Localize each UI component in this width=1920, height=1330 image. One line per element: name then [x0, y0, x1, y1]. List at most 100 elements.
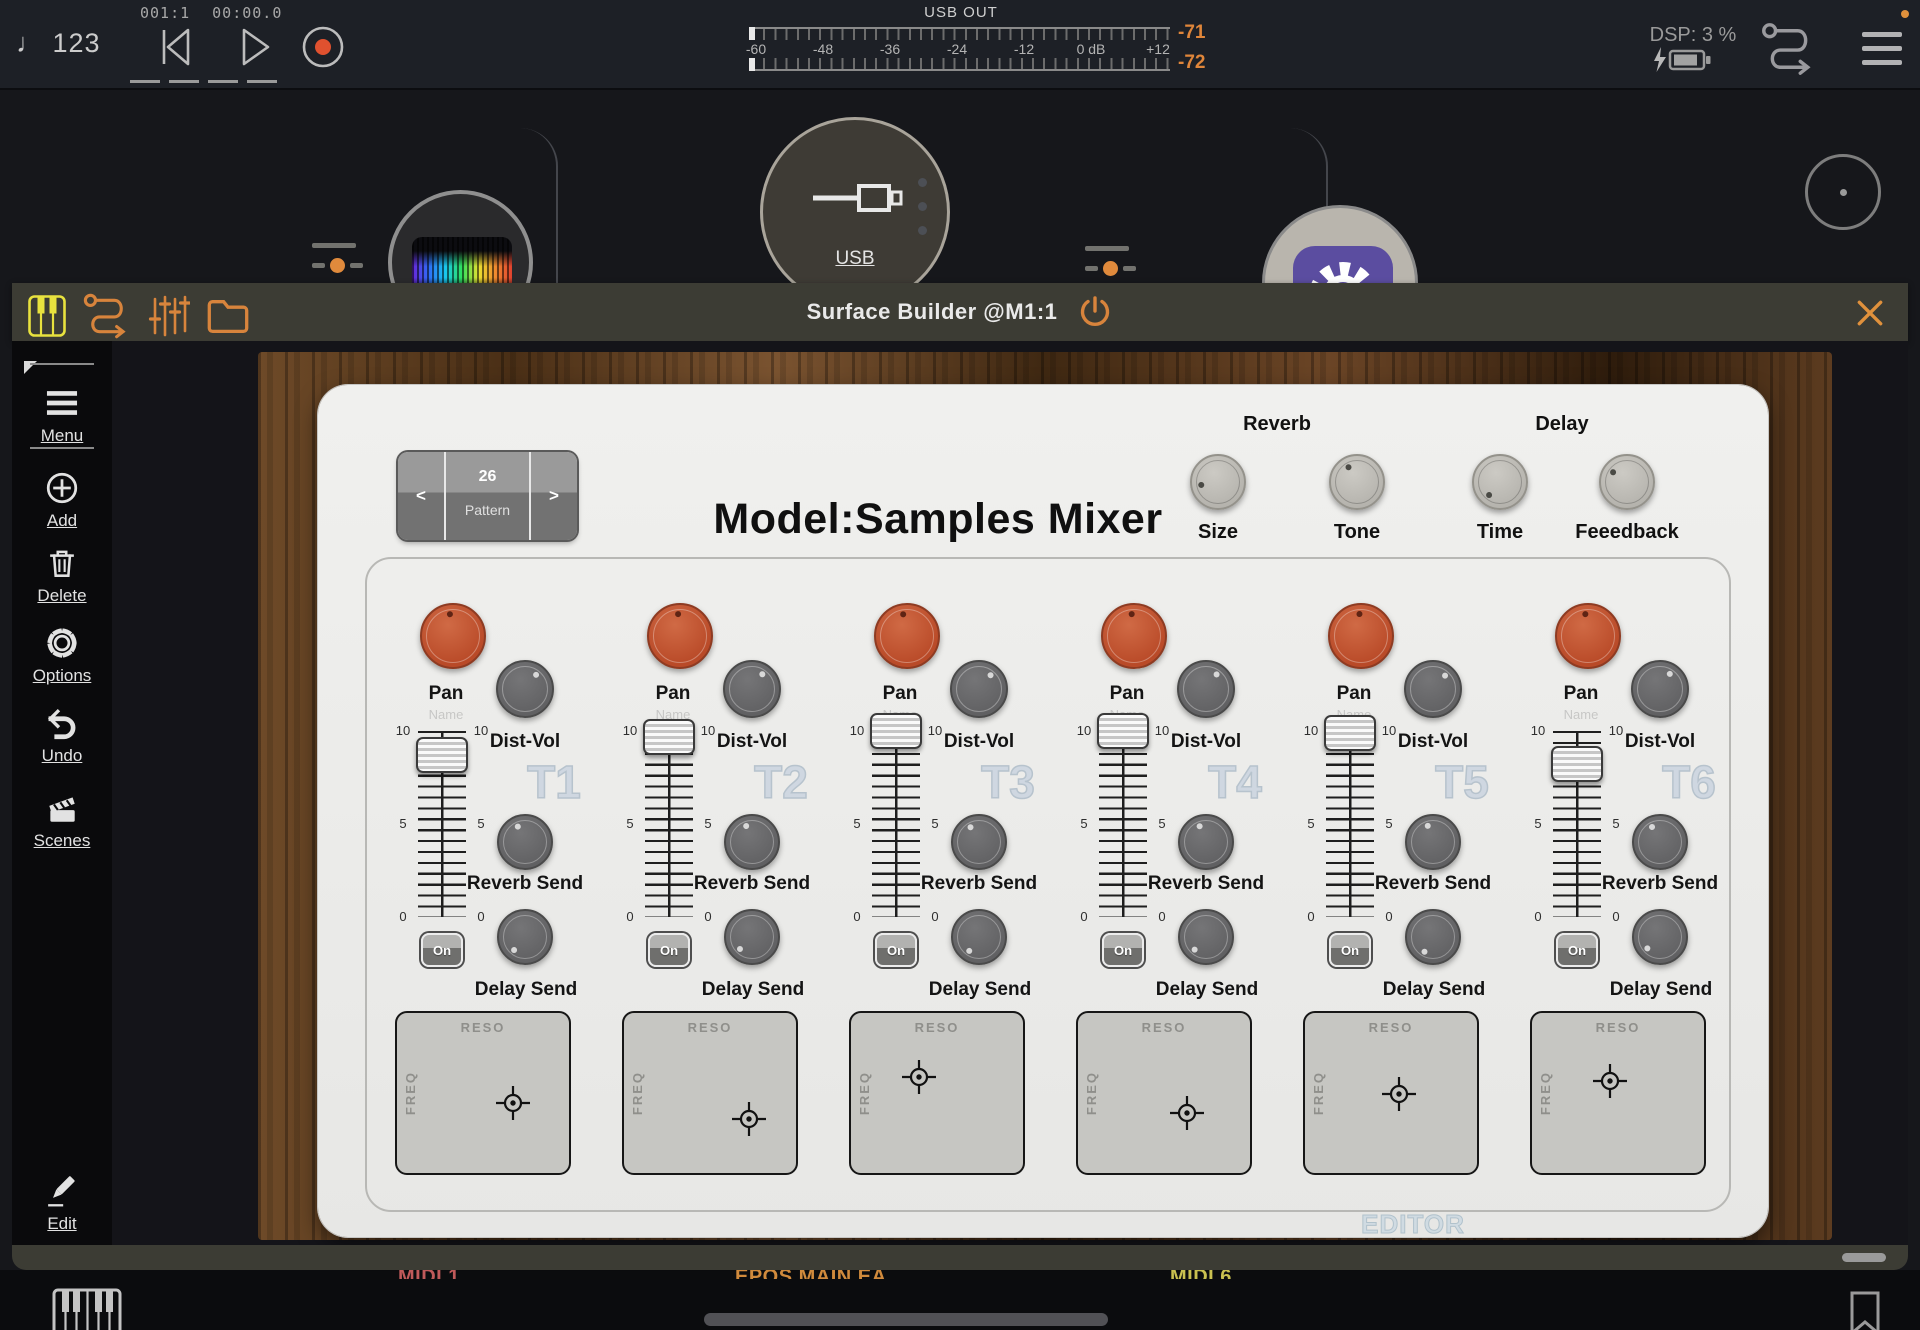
- delay-send-knob[interactable]: [497, 909, 553, 965]
- transport-bar: ♩ 123 001:100:00.0 USB OUT -60-48-36-24-…: [0, 0, 1920, 90]
- xy-crosshair[interactable]: [902, 1060, 936, 1094]
- xy-crosshair[interactable]: [1593, 1064, 1627, 1098]
- delay-send-knob[interactable]: [1178, 909, 1234, 965]
- mixer-panel: < 26 Pattern > Model:Samples Mixer Rever…: [318, 385, 1768, 1237]
- pattern-next-button[interactable]: >: [531, 452, 577, 540]
- fader-scale-label: 5: [1299, 816, 1323, 831]
- sidebar-item-edit[interactable]: Edit: [12, 1173, 112, 1234]
- rewind-button[interactable]: [158, 26, 194, 68]
- dist-vol-knob[interactable]: [1404, 660, 1462, 718]
- fx-feeedback-knob[interactable]: [1599, 454, 1655, 510]
- filter-xy-pad[interactable]: RESO FREQ: [622, 1011, 798, 1175]
- filter-xy-pad[interactable]: RESO FREQ: [1076, 1011, 1252, 1175]
- sidebar-item-delete[interactable]: Delete: [12, 545, 112, 606]
- fader-scale-label: 5: [1604, 816, 1628, 831]
- pattern-prev-button[interactable]: <: [398, 452, 444, 540]
- fader-cap[interactable]: [870, 713, 922, 749]
- footer-scroll-pill[interactable]: [1842, 1253, 1886, 1262]
- filter-xy-pad[interactable]: RESO FREQ: [1530, 1011, 1706, 1175]
- sidebar-item-options[interactable]: Options: [12, 625, 112, 686]
- fader-cap[interactable]: [1551, 746, 1603, 782]
- reverb-send-knob[interactable]: [1178, 814, 1234, 870]
- peak-value-top[interactable]: -71: [1178, 22, 1205, 44]
- fx-tone-knob[interactable]: [1329, 454, 1385, 510]
- on-button[interactable]: On: [1329, 933, 1371, 967]
- reverb-send-knob[interactable]: [951, 814, 1007, 870]
- delay-send-knob[interactable]: [1632, 909, 1688, 965]
- play-button[interactable]: [240, 26, 272, 68]
- fader-cap[interactable]: [1324, 715, 1376, 751]
- dist-vol-knob[interactable]: [1177, 660, 1235, 718]
- power-button[interactable]: [1077, 294, 1113, 330]
- window-title: Surface Builder @M1:1: [807, 299, 1058, 325]
- on-button[interactable]: On: [421, 933, 463, 967]
- dist-vol-knob[interactable]: [496, 660, 554, 718]
- xy-crosshair[interactable]: [1382, 1077, 1416, 1111]
- meter-indicator: [749, 58, 755, 71]
- close-icon[interactable]: [1854, 297, 1886, 329]
- node-mini-levels: [1085, 246, 1136, 276]
- dist-vol-knob[interactable]: [1631, 660, 1689, 718]
- bookmark-icon[interactable]: [1849, 1290, 1881, 1330]
- fader-scale-label: 0: [1377, 909, 1401, 924]
- name-hint: Name: [1531, 707, 1631, 722]
- on-button[interactable]: On: [875, 933, 917, 967]
- pan-knob[interactable]: [647, 603, 713, 669]
- tempo-display[interactable]: ♩ 123: [16, 28, 101, 59]
- on-button[interactable]: On: [648, 933, 690, 967]
- filter-xy-pad[interactable]: RESO FREQ: [1303, 1011, 1479, 1175]
- peak-value-bottom[interactable]: -72: [1178, 52, 1205, 74]
- xy-crosshair[interactable]: [1170, 1096, 1204, 1130]
- fader-scale-label: 0: [1604, 909, 1628, 924]
- sidebar-item-menu[interactable]: Menu: [12, 385, 112, 446]
- sidebar-item-label: Edit: [47, 1214, 76, 1234]
- pad-reso-label: RESO: [397, 1020, 569, 1035]
- sidebar-item-label: Delete: [37, 586, 86, 606]
- fader-cap[interactable]: [643, 719, 695, 755]
- battery-icon: [1650, 46, 1714, 74]
- filter-xy-pad[interactable]: RESO FREQ: [395, 1011, 571, 1175]
- reverb-send-knob[interactable]: [1632, 814, 1688, 870]
- filter-xy-pad[interactable]: RESO FREQ: [849, 1011, 1025, 1175]
- pan-knob[interactable]: [1328, 603, 1394, 669]
- dist-vol-knob[interactable]: [950, 660, 1008, 718]
- main-menu-button[interactable]: [1862, 32, 1902, 74]
- sidebar-item-scenes[interactable]: Scenes: [12, 790, 112, 851]
- node-connection-dots: [918, 178, 927, 250]
- track-strip-T4: Pan Name Dist-Vol 10 105 50 0 T4 Reverb …: [1050, 559, 1277, 1210]
- delay-send-knob[interactable]: [1405, 909, 1461, 965]
- fader-cap[interactable]: [416, 737, 468, 773]
- pan-knob[interactable]: [874, 603, 940, 669]
- delay-send-label: Delay Send: [1117, 979, 1297, 1001]
- fx-time-knob[interactable]: [1472, 454, 1528, 510]
- pan-knob[interactable]: [1555, 603, 1621, 669]
- sidebar-item-add[interactable]: Add: [12, 470, 112, 531]
- delay-send-knob[interactable]: [951, 909, 1007, 965]
- pattern-value-button[interactable]: 26 Pattern: [444, 452, 531, 540]
- fader-scale-label: 0: [923, 909, 947, 924]
- dist-vol-knob[interactable]: [723, 660, 781, 718]
- on-button[interactable]: On: [1102, 933, 1144, 967]
- on-button[interactable]: On: [1556, 933, 1598, 967]
- delay-send-knob[interactable]: [724, 909, 780, 965]
- xy-crosshair[interactable]: [496, 1086, 530, 1120]
- pan-knob[interactable]: [420, 603, 486, 669]
- xy-crosshair[interactable]: [732, 1102, 766, 1136]
- reverb-send-knob[interactable]: [1405, 814, 1461, 870]
- delay-send-label: Delay Send: [1344, 979, 1524, 1001]
- reverb-send-knob[interactable]: [497, 814, 553, 870]
- reverb-send-knob[interactable]: [724, 814, 780, 870]
- fx-size-knob[interactable]: [1190, 454, 1246, 510]
- routing-icon[interactable]: [1760, 22, 1818, 76]
- empty-node-slot[interactable]: [1805, 154, 1881, 230]
- fader-scale-label: 0: [1526, 909, 1550, 924]
- sidebar-item-undo[interactable]: Undo: [12, 705, 112, 766]
- add-icon: [44, 470, 80, 506]
- keyboard-icon[interactable]: [52, 1288, 122, 1330]
- fader-scale-label: 10: [1150, 723, 1174, 738]
- pan-knob[interactable]: [1101, 603, 1167, 669]
- record-button[interactable]: [300, 24, 346, 70]
- fader-cap[interactable]: [1097, 713, 1149, 749]
- cable: [520, 128, 558, 286]
- horizontal-scrollbar[interactable]: [704, 1313, 1108, 1326]
